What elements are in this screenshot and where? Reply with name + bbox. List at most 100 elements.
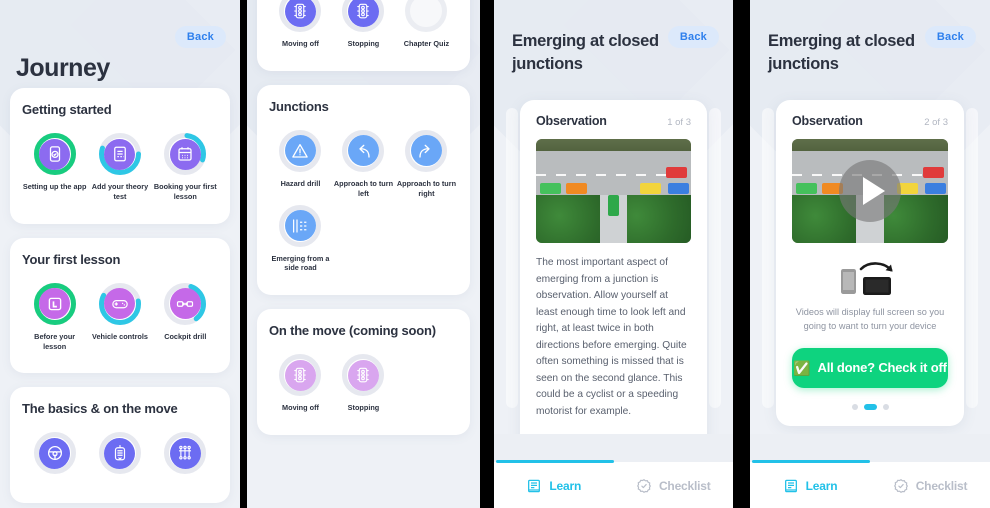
progress-ring [33,282,76,325]
bottom-tab-bar: Learn Checklist [494,460,734,508]
book-icon [528,479,541,493]
tile-stopping[interactable]: Stopping [332,0,395,49]
handbrake-icon [114,445,126,461]
tile-steering[interactable] [22,432,87,481]
car-red [923,167,944,178]
tile-stopping-soon[interactable]: Stopping [332,354,395,413]
active-tab-indicator [496,460,614,463]
tile-moving-off[interactable]: Moving off [269,0,332,49]
progress-ring [279,354,322,397]
tile-add-your-theory-test[interactable]: Add your theory test [87,133,152,202]
lesson-body-text: The most important aspect of emerging fr… [536,257,687,417]
progress-ring [279,204,322,247]
tile-chapter-quiz[interactable]: Chapter Quiz [395,0,458,49]
section-title: On the move (coming soon) [269,323,436,339]
tab-checklist[interactable]: Checklist [614,462,734,508]
bottom-tab-bar: Learn Checklist [750,460,990,508]
tile-gearstick[interactable] [153,432,218,481]
tile-icon-bubble [284,359,316,391]
car-green-left [540,183,561,194]
tile-icon-bubble [169,138,201,170]
tile-spacer [395,354,458,413]
traffic-light-icon [357,367,370,383]
tile-approach-to-turn-right[interactable]: Approach to turn right [395,129,458,199]
car-green-left [796,183,817,194]
tile-icon-bubble [104,138,136,170]
carousel-dots[interactable] [792,403,948,410]
tile-label: Approach to turn right [396,178,457,198]
progress-ring [164,282,207,325]
device-bezel-2 [480,0,494,508]
tile-icon-bubble [39,138,71,170]
section-title: Your first lesson [22,251,121,267]
journey-scroll[interactable]: Moving off Stopping Chapter Quiz Junctio… [247,0,480,508]
tile-setting-up-the-app[interactable]: Setting up the app [22,133,87,202]
tile-hazard-drill[interactable]: Hazard drill [269,129,332,199]
panel-lesson-slide-1: Back Emerging at closed junctions Observ… [494,0,733,508]
back-button[interactable]: Back [924,26,976,48]
tile-icon-bubble [284,0,316,27]
progress-ring [405,129,448,172]
tab-learn[interactable]: Learn [750,462,870,508]
tab-label: Learn [549,479,582,493]
car-ego-green [607,195,619,216]
progress-ring [33,432,76,475]
tile-moving-off-soon[interactable]: Moving off [269,354,332,413]
warning-triangle-icon [292,143,309,158]
traffic-light-icon [294,3,307,19]
tile-handbrake[interactable] [87,432,152,481]
lesson-media-image [536,139,691,243]
device-bezel-3 [733,0,750,508]
tile-label: Stopping [347,39,380,48]
tabbar-divider-area [494,434,733,462]
progress-ring [98,282,141,325]
carousel-dot-1[interactable] [851,403,858,410]
tile-label: Approach to turn left [333,178,394,198]
progress-ring [33,133,76,175]
tab-label: Learn [805,479,838,493]
tile-label: Before your lesson [34,331,76,351]
panel-journey-scrolled: Moving off Stopping Chapter Quiz Junctio… [247,0,480,508]
back-button[interactable]: Back [667,26,719,48]
tile-emerging-from-a-side-road[interactable]: Emerging from a side road [269,204,332,274]
tile-label: Hazard drill [280,178,321,188]
steering-wheel-icon [47,446,62,461]
tile-vehicle-controls[interactable]: Vehicle controls [87,282,152,352]
rotate-note-text: Videos will display full screen so you g… [795,307,945,332]
journey-scroll[interactable]: Back Journey Getting started Setting up … [0,0,240,508]
progress-ring [98,432,141,475]
car-yellow [640,183,661,194]
play-button[interactable] [839,160,901,222]
back-button[interactable]: Back [174,26,226,48]
lesson-media-video[interactable] [792,139,948,243]
car-blue [925,183,946,194]
play-triangle-icon [863,177,885,205]
section-card-on-the-move: On the move (coming soon) Moving off Sto… [257,309,470,436]
tabbar-divider-area [750,434,990,462]
carousel-peek-right[interactable] [966,108,978,408]
tab-checklist[interactable]: Checklist [870,462,990,508]
rotate-device-icon [841,262,893,295]
carousel-peek-right[interactable] [709,108,721,408]
progress-ring [342,0,385,32]
carousel-peek-left[interactable] [762,108,774,408]
progress-ring [405,0,448,32]
carousel-dot-2[interactable] [863,403,877,410]
section-title: Junctions [269,98,329,114]
tile-approach-to-turn-left[interactable]: Approach to turn left [332,129,395,199]
tile-label: Stopping [347,403,380,413]
tile-grid: Moving off [269,0,458,55]
lesson-title: Emerging at closed junctions [768,32,915,73]
carousel-peek-left[interactable] [506,108,518,408]
carousel-dot-3[interactable] [882,403,889,410]
tile-grid [22,432,218,487]
panel-lesson-slide-2: Back Emerging at closed junctions Observ… [750,0,990,508]
check-it-off-button[interactable]: ✅ All done? Check it off [792,347,948,388]
progress-ring [164,432,207,475]
tile-booking-your-first-lesson[interactable]: Booking your first lesson [153,133,218,202]
tab-learn[interactable]: Learn [494,462,614,508]
progress-ring [279,129,322,172]
tile-label: Moving off [282,39,319,48]
tile-cockpit-drill[interactable]: Cockpit drill [153,282,218,352]
tile-before-your-lesson[interactable]: Before your lesson [22,282,87,352]
